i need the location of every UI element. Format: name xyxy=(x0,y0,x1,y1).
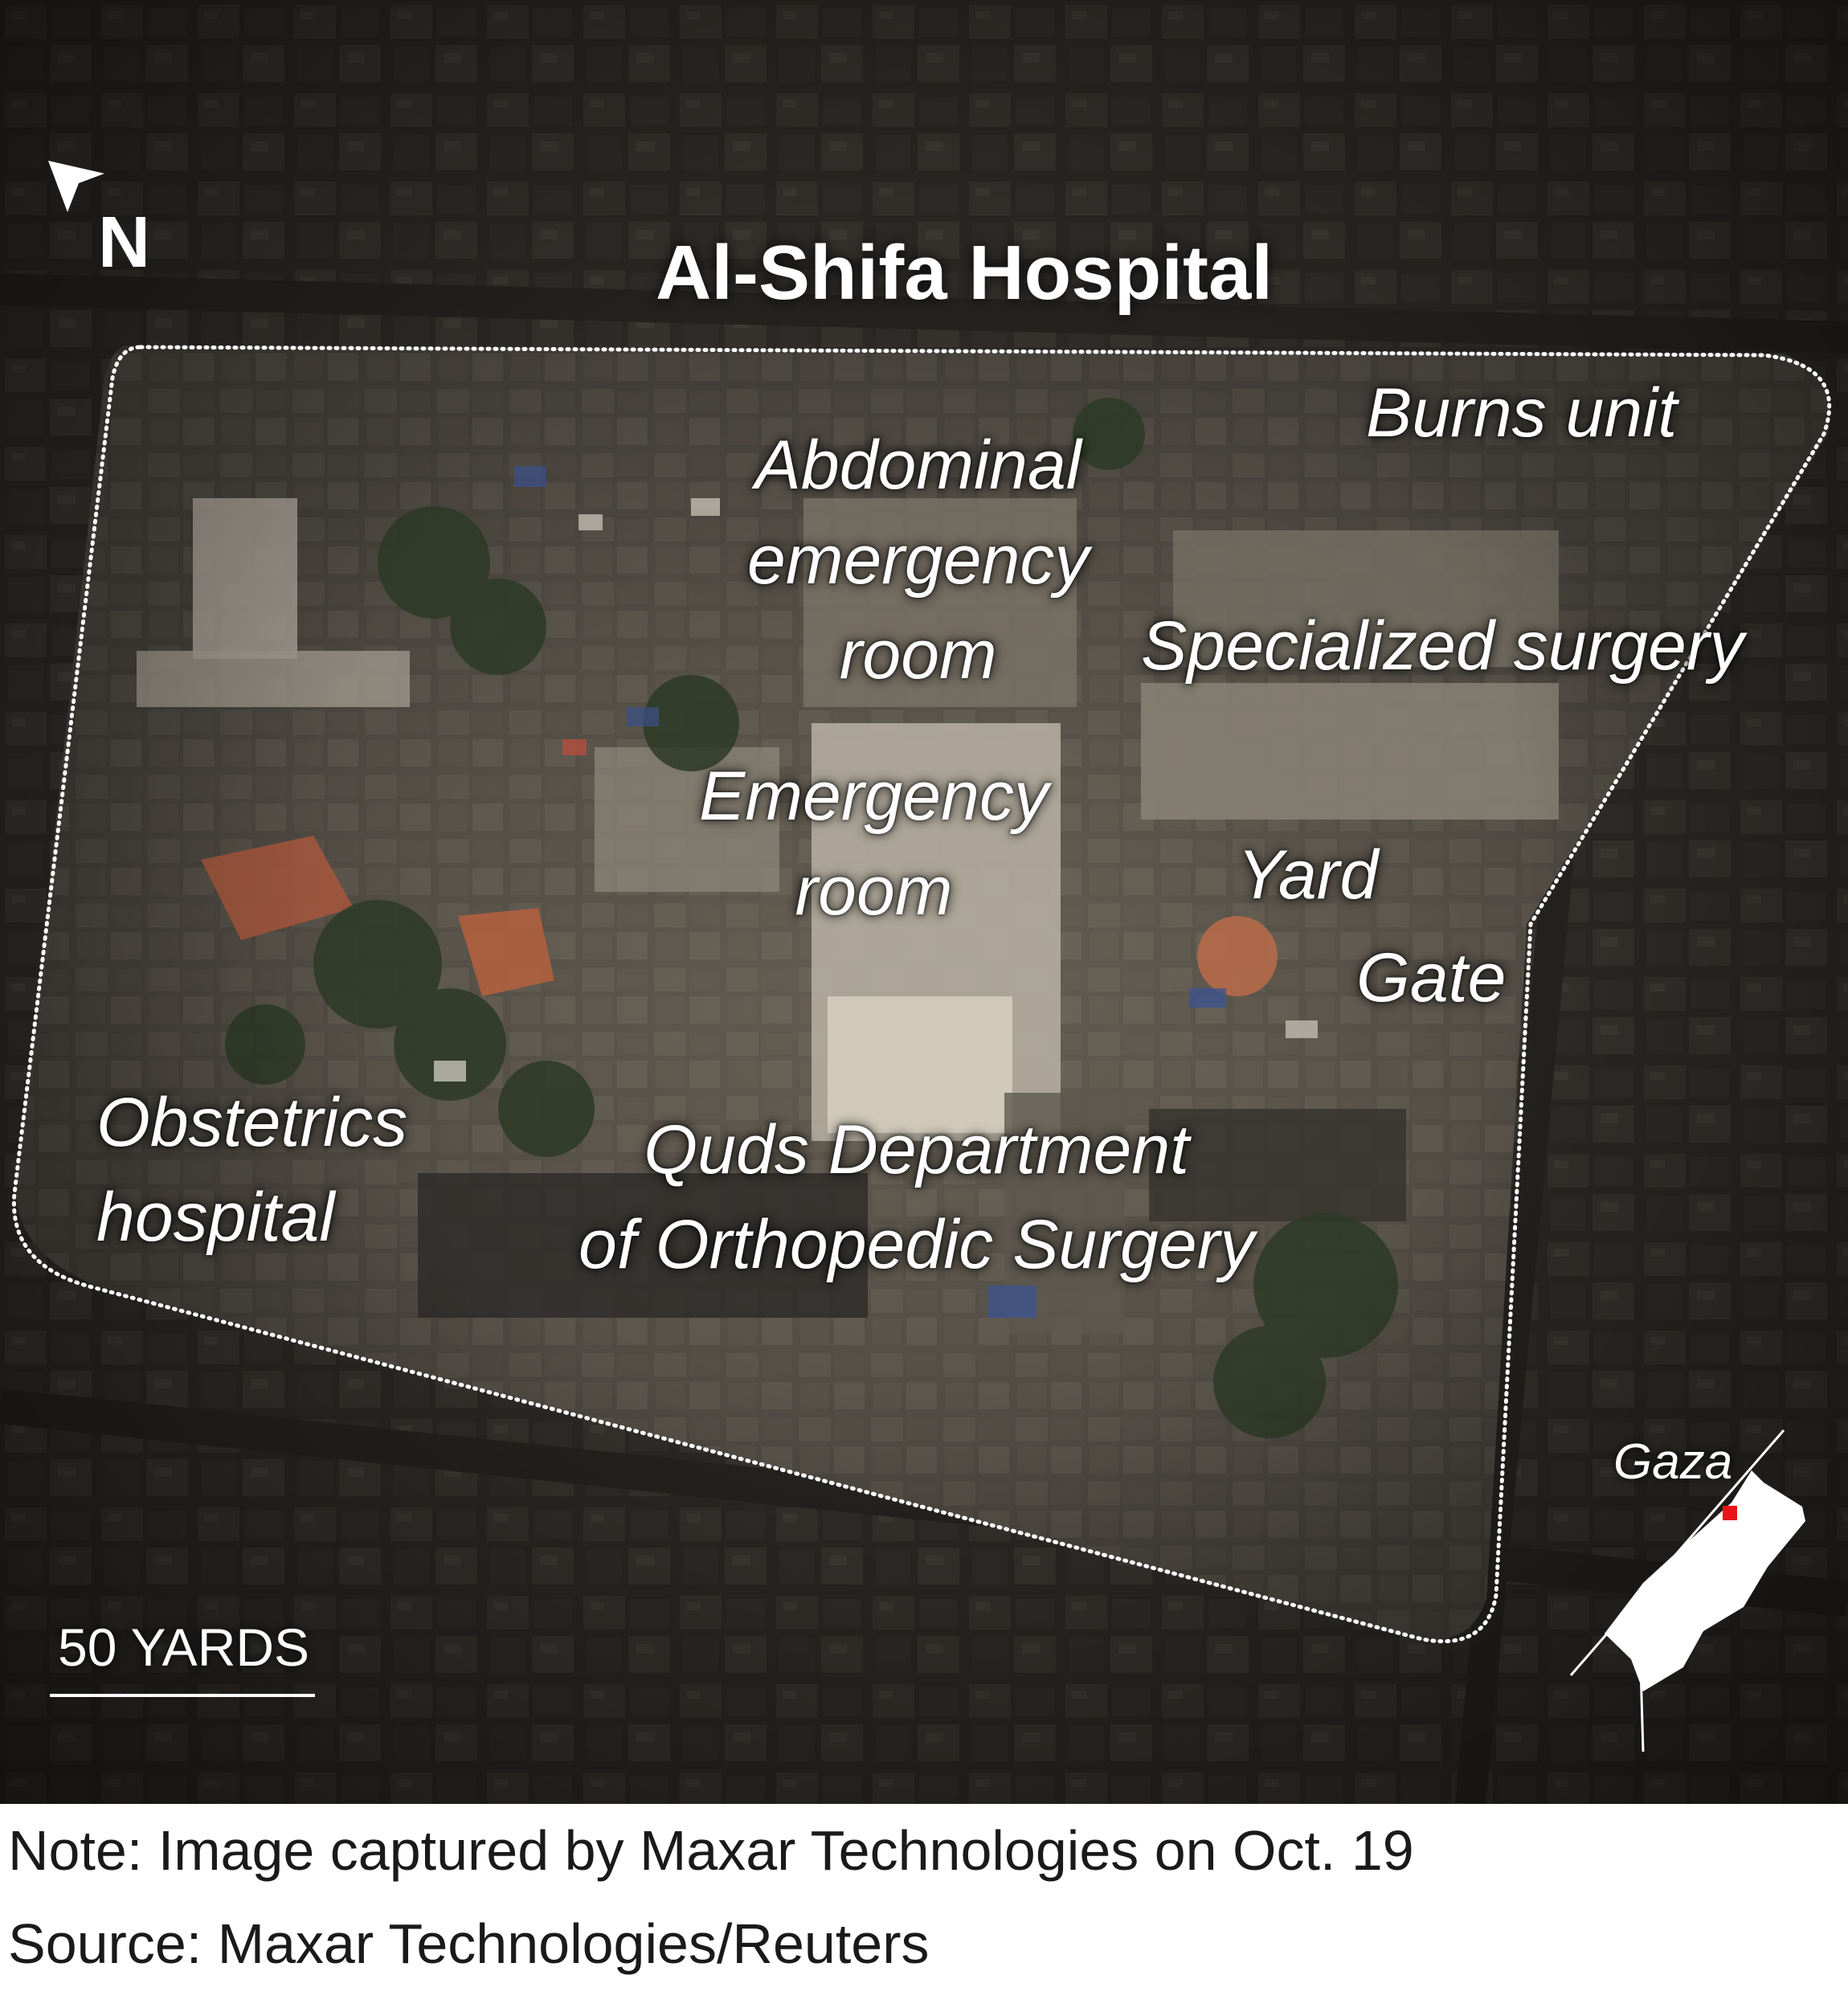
label-burns-unit: Burns unit xyxy=(1366,374,1678,452)
label-quds-orthopedic-surgery: Quds Department of Orthopedic Surgery xyxy=(579,1102,1254,1292)
label-line: of Orthopedic Surgery xyxy=(579,1206,1255,1283)
label-line: hospital xyxy=(96,1179,335,1256)
gaza-strip-shape xyxy=(1605,1470,1805,1691)
label-line: room xyxy=(795,853,953,930)
map-graphic: N Al-Shifa Hospital Burns unit Abdominal… xyxy=(0,0,1848,2012)
label-line: Abdominal xyxy=(754,427,1081,504)
gaza-locator-map xyxy=(1569,1429,1805,1752)
location-marker-icon xyxy=(1723,1506,1737,1520)
map-title: Al-Shifa Hospital xyxy=(655,230,1274,316)
label-emergency-room: Emergency room xyxy=(699,749,1049,939)
label-yard: Yard xyxy=(1237,836,1379,914)
satellite-image: N Al-Shifa Hospital Burns unit Abdominal… xyxy=(0,0,1848,1804)
label-abdominal-emergency-room: Abdominal emergency room xyxy=(747,418,1089,702)
label-obstetrics-hospital: Obstetrics hospital xyxy=(96,1075,407,1265)
scale-bar-label: 50 YARDS xyxy=(58,1617,310,1677)
scale-bar-line xyxy=(50,1694,315,1697)
footer-source: Source: Maxar Technologies/Reuters xyxy=(8,1912,930,1975)
label-line: Obstetrics xyxy=(96,1084,408,1161)
label-gate: Gate xyxy=(1356,939,1507,1016)
label-line: room xyxy=(839,616,997,693)
label-line: Emergency xyxy=(699,758,1049,835)
label-line: Quds Department xyxy=(644,1111,1190,1188)
footer-note: Note: Image captured by Maxar Technologi… xyxy=(8,1819,1414,1882)
label-line: emergency xyxy=(747,521,1090,599)
label-specialized-surgery: Specialized surgery xyxy=(1141,607,1744,685)
